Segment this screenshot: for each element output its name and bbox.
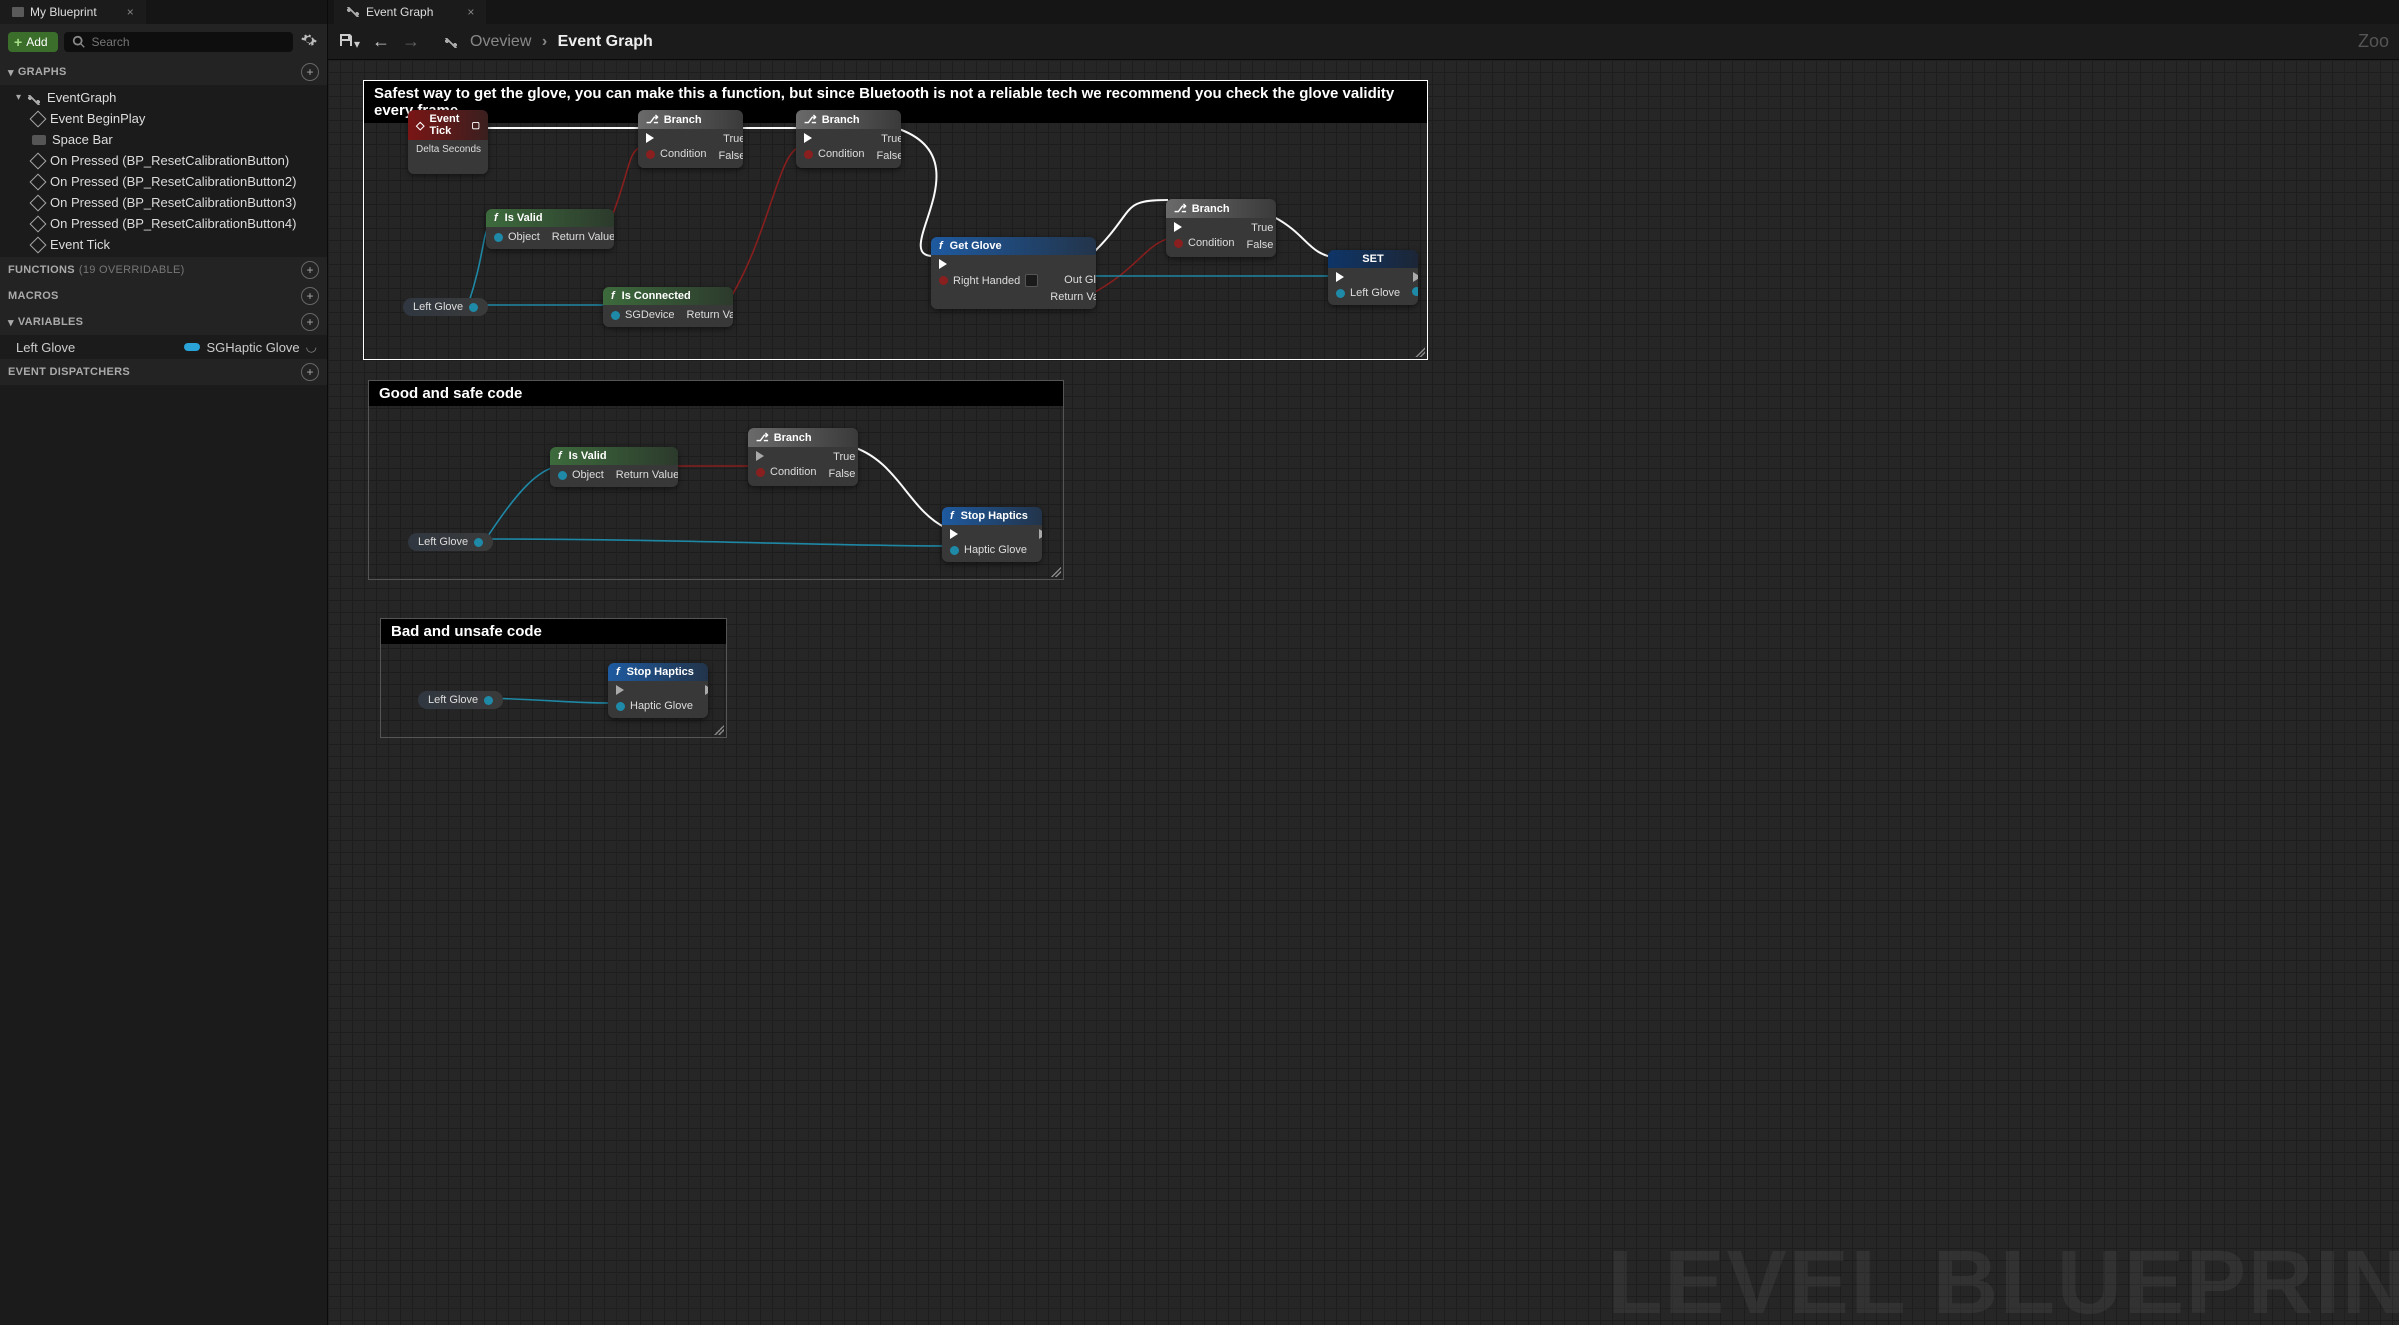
node-get-glove[interactable]: fGet Glove Right Handed Out Glove Return…	[931, 237, 1096, 309]
graph-root[interactable]: ▾ EventGraph	[0, 87, 327, 108]
comment-title[interactable]: Bad and unsafe code	[381, 619, 726, 644]
graph-panel: Event Graph × ▾ ← → Oveview › Event Grap…	[328, 0, 2399, 1325]
key-icon	[32, 135, 46, 145]
graph-toolbar: ▾ ← → Oveview › Event Graph Zoo	[328, 24, 2399, 60]
exec-in-pin[interactable]	[646, 133, 706, 143]
graph-item[interactable]: On Pressed (BP_ResetCalibrationButton)	[0, 150, 327, 171]
section-variables[interactable]: ▾VARIABLES +	[0, 309, 327, 335]
close-icon[interactable]: ×	[467, 5, 474, 19]
event-icon	[30, 173, 47, 190]
nav-back-button[interactable]: ←	[372, 31, 390, 52]
tab-label: My Blueprint	[30, 5, 97, 19]
node-branch[interactable]: ⎇Branch Condition True False	[638, 110, 743, 168]
breadcrumb-current: Event Graph	[558, 33, 653, 50]
variable-row[interactable]: Left Glove SGHaptic Glove ◡	[0, 335, 327, 359]
node-is-valid[interactable]: fIs Valid Object Return Value	[550, 447, 678, 487]
left-tabbar: My Blueprint ×	[0, 0, 327, 24]
variable-type: SGHaptic Glove	[206, 340, 299, 355]
breadcrumb: Oveview › Event Graph	[470, 33, 653, 51]
left-toolbar: + Add	[0, 24, 327, 59]
breadcrumb-parent[interactable]: Oveview	[470, 33, 531, 50]
var-node-left-glove[interactable]: Left Glove	[418, 691, 503, 709]
true-pin[interactable]: True	[718, 133, 743, 145]
node-branch[interactable]: ⎇Branch Condition True False	[1166, 199, 1276, 257]
type-pill-icon	[184, 343, 200, 351]
node-is-valid[interactable]: fIs Valid Object Return Value	[486, 209, 614, 249]
event-icon	[30, 236, 47, 253]
checkbox[interactable]	[1025, 274, 1038, 287]
graph-icon	[444, 37, 458, 47]
node-event-tick[interactable]: ◇Event Tick▢ Delta Seconds	[408, 110, 488, 174]
add-graph-button[interactable]: +	[301, 63, 319, 81]
add-macro-button[interactable]: +	[301, 287, 319, 305]
graph-item[interactable]: Event Tick	[0, 234, 327, 255]
section-macros[interactable]: MACROS +	[0, 283, 327, 309]
graph-item[interactable]: Event BeginPlay	[0, 108, 327, 129]
graph-item[interactable]: On Pressed (BP_ResetCalibrationButton2)	[0, 171, 327, 192]
graph-icon	[346, 6, 360, 18]
tab-my-blueprint[interactable]: My Blueprint ×	[0, 0, 146, 24]
add-variable-button[interactable]: +	[301, 313, 319, 331]
node-stop-haptics[interactable]: fStop Haptics Haptic Glove	[942, 507, 1042, 562]
event-icon	[30, 194, 47, 211]
comment-title[interactable]: Good and safe code	[369, 381, 1063, 406]
settings-button[interactable]	[299, 30, 319, 53]
graphs-tree: ▾ EventGraph Event BeginPlay Space Bar O…	[0, 85, 327, 257]
node-branch[interactable]: ⎇Branch Condition True False	[748, 428, 858, 486]
zoom-label: Zoo	[2358, 31, 2389, 52]
search-input[interactable]	[92, 35, 285, 49]
graph-item[interactable]: On Pressed (BP_ResetCalibrationButton3)	[0, 192, 327, 213]
section-dispatchers[interactable]: EVENT DISPATCHERS +	[0, 359, 327, 385]
resize-grip[interactable]	[1415, 347, 1425, 357]
add-dispatcher-button[interactable]: +	[301, 363, 319, 381]
graph-item[interactable]: On Pressed (BP_ResetCalibrationButton4)	[0, 213, 327, 234]
graph-icon	[27, 93, 41, 103]
gear-icon	[301, 32, 317, 48]
visibility-icon[interactable]: ◡	[306, 339, 317, 355]
search-input-wrap[interactable]	[64, 32, 293, 52]
search-icon	[72, 35, 86, 49]
plus-icon: +	[14, 35, 22, 49]
node-branch[interactable]: ⎇Branch Condition True False	[796, 110, 901, 168]
condition-pin[interactable]: Condition	[646, 148, 706, 160]
graph-canvas[interactable]: LEVEL BLUEPRIN	[328, 60, 2399, 1325]
node-stop-haptics[interactable]: fStop Haptics Haptic Glove	[608, 663, 708, 718]
section-graphs[interactable]: ▾GRAPHS +	[0, 59, 327, 85]
close-icon[interactable]: ×	[127, 5, 134, 19]
node-set[interactable]: SET Left Glove	[1328, 250, 1418, 305]
event-icon	[30, 110, 47, 127]
false-pin[interactable]: False	[718, 150, 743, 162]
var-node-left-glove[interactable]: Left Glove	[403, 298, 488, 316]
add-function-button[interactable]: +	[301, 261, 319, 279]
save-button[interactable]: ▾	[338, 32, 360, 51]
var-node-left-glove[interactable]: Left Glove	[408, 533, 493, 551]
nav-forward-button[interactable]: →	[402, 31, 420, 52]
graph-item[interactable]: Space Bar	[0, 129, 327, 150]
add-button[interactable]: + Add	[8, 32, 58, 52]
variable-name: Left Glove	[16, 340, 75, 355]
section-functions[interactable]: FUNCTIONS(19 OVERRIDABLE) +	[0, 257, 327, 283]
node-is-connected[interactable]: fIs Connected SGDevice Return Value	[603, 287, 733, 327]
graph-tabbar: Event Graph ×	[328, 0, 2399, 24]
event-icon	[30, 215, 47, 232]
resize-grip[interactable]	[1051, 567, 1061, 577]
watermark: LEVEL BLUEPRIN	[1608, 1232, 2399, 1325]
tab-event-graph[interactable]: Event Graph ×	[334, 0, 486, 24]
blueprint-icon	[12, 7, 24, 17]
add-label: Add	[26, 35, 47, 49]
event-icon	[30, 152, 47, 169]
my-blueprint-panel: My Blueprint × + Add ▾GRAPHS + ▾ E	[0, 0, 328, 1325]
resize-grip[interactable]	[714, 725, 724, 735]
